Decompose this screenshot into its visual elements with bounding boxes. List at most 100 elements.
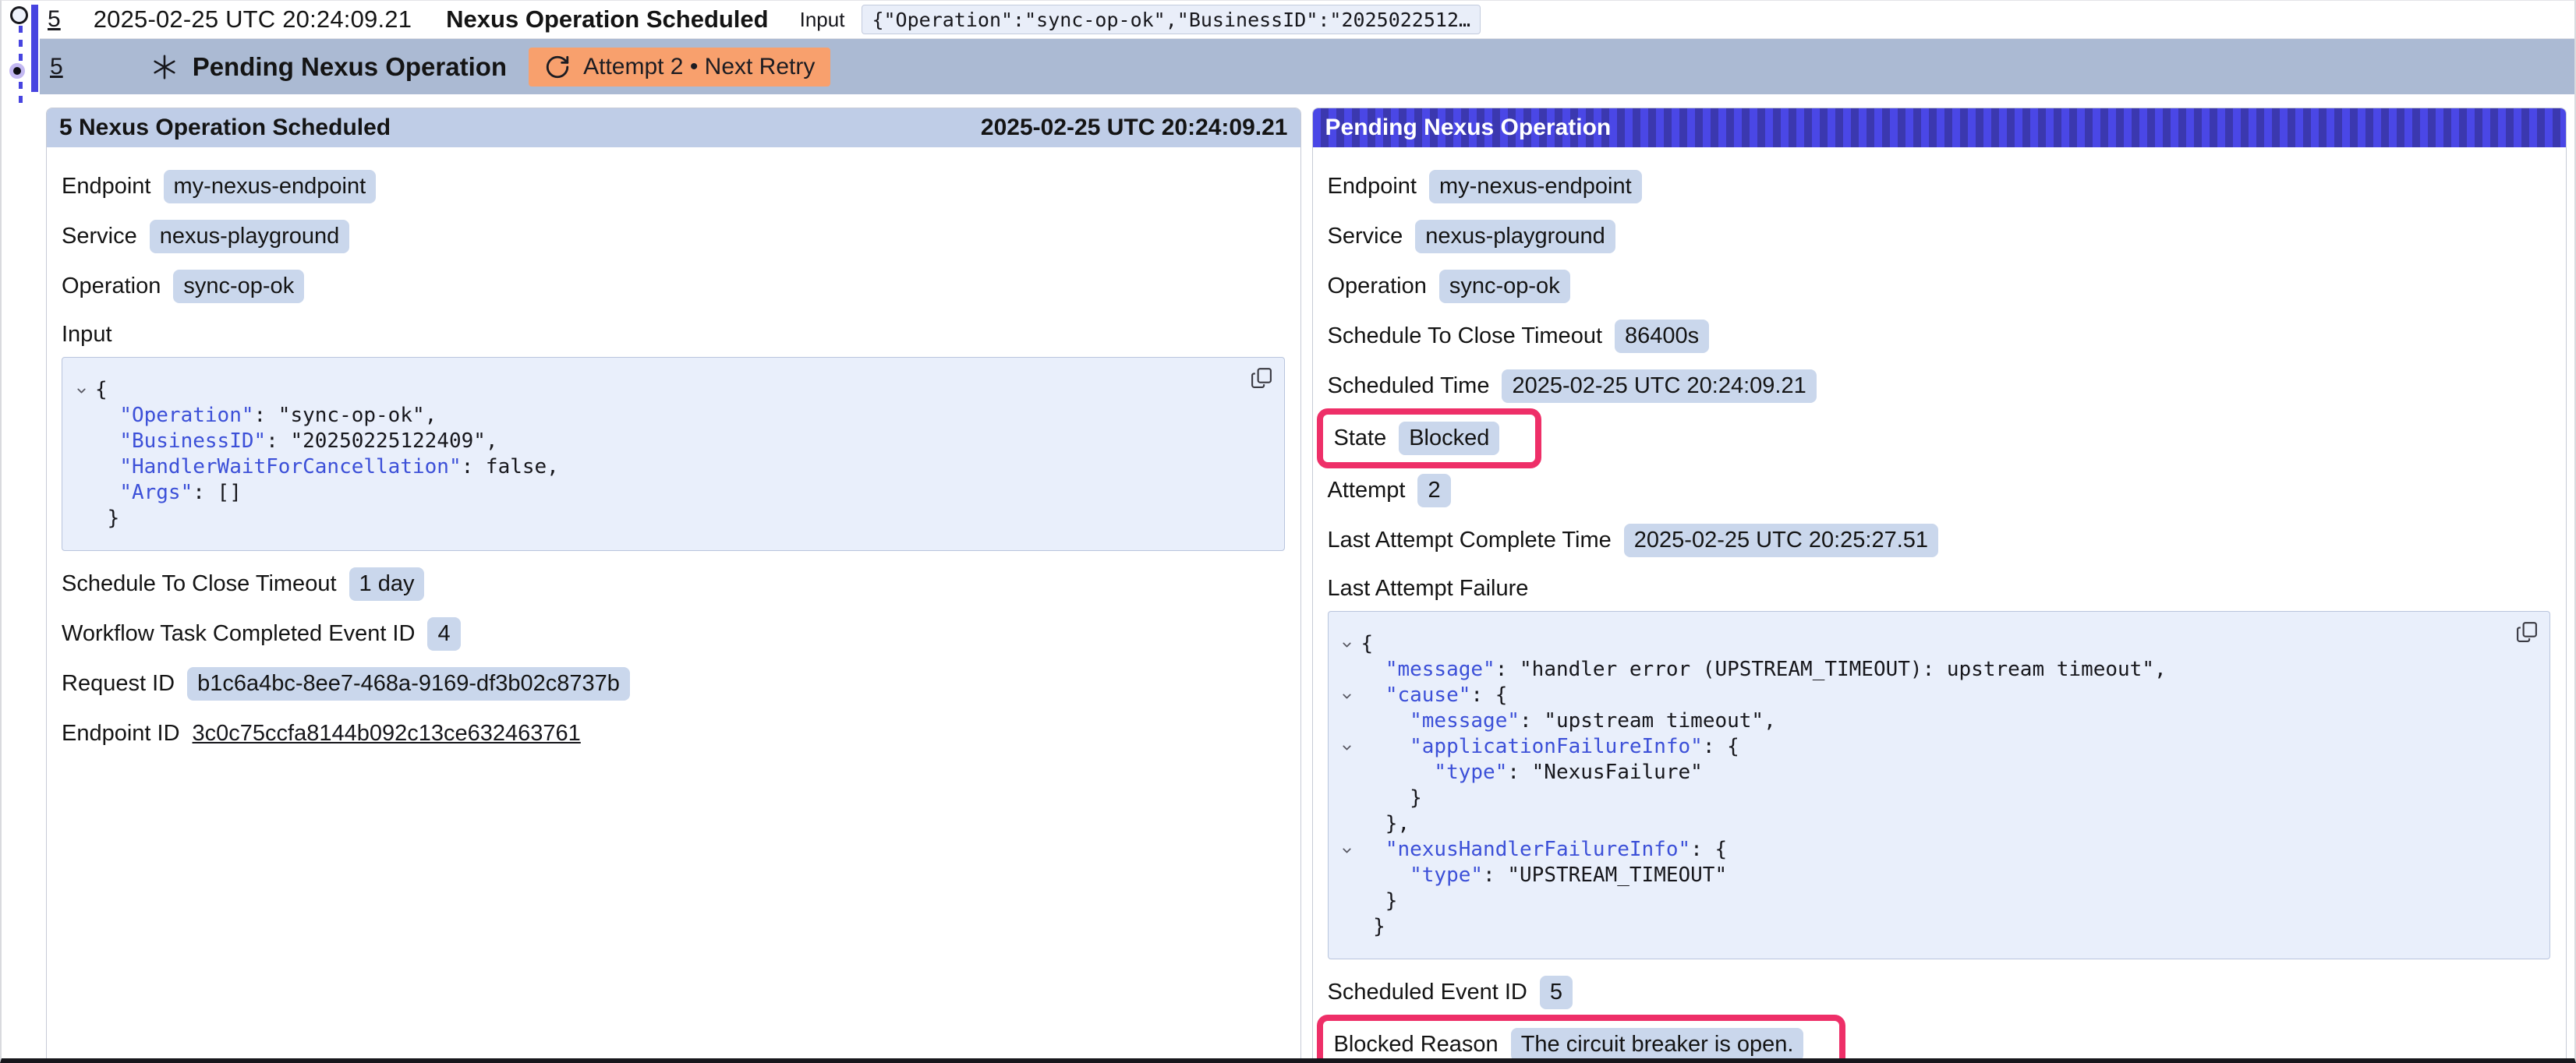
detail-label: Blocked Reason: [1334, 1032, 1499, 1058]
retry-badge-label: Attempt 2 • Next Retry: [583, 54, 815, 80]
detail-label: Attempt: [1328, 478, 1406, 503]
code-line: "Args": []: [67, 480, 1237, 506]
scheduled-event-panel: 5 Nexus Operation Scheduled 2025-02-25 U…: [46, 108, 1301, 1063]
detail-value-chip: my-nexus-endpoint: [164, 170, 377, 203]
retry-attempt-badge[interactable]: Attempt 2 • Next Retry: [529, 48, 830, 87]
panel-title: Pending Nexus Operation: [1325, 115, 1612, 141]
detail-value-chip: nexus-playground: [150, 220, 350, 253]
code-line: }: [1333, 786, 2503, 811]
detail-row-service: Service nexus-playground: [1328, 220, 2551, 253]
detail-label: Schedule To Close Timeout: [62, 571, 337, 597]
copy-icon[interactable]: [1250, 366, 1273, 390]
collapse-chevron-icon[interactable]: [1333, 837, 1361, 863]
collapse-chevron-icon: [1333, 888, 1361, 914]
detail-value-chip: 5: [1540, 976, 1573, 1009]
blocked-reason-annotation-highlight: Blocked Reason The circuit breaker is op…: [1317, 1015, 1846, 1063]
state-annotation-highlight: State Blocked: [1317, 408, 1542, 468]
detail-row-endpoint: Endpoint my-nexus-endpoint: [62, 170, 1285, 203]
collapse-chevron-icon: [67, 480, 95, 506]
failure-json-viewer: { "message": "handler error (UPSTREAM_TI…: [1328, 611, 2551, 959]
code-line: "BusinessID": "20250225122409",: [67, 429, 1237, 454]
detail-row-endpoint: Endpoint my-nexus-endpoint: [1328, 170, 2551, 203]
detail-label: Endpoint ID: [62, 721, 180, 747]
collapse-chevron-icon[interactable]: [67, 377, 95, 403]
code-line: "message": "handler error (UPSTREAM_TIME…: [1333, 657, 2503, 683]
collapse-chevron-icon[interactable]: [1333, 683, 1361, 708]
event-title: Nexus Operation Scheduled: [446, 5, 768, 34]
detail-label: Service: [62, 224, 137, 249]
pending-panel-body: Endpoint my-nexus-endpoint Service nexus…: [1313, 147, 2567, 1063]
detail-row-attempt: Attempt 2: [1328, 474, 2551, 507]
detail-value-chip: my-nexus-endpoint: [1429, 170, 1642, 203]
history-row-nexus-scheduled[interactable]: 5 2025-02-25 UTC 20:24:09.21 Nexus Opera…: [40, 1, 2574, 39]
code-line: }: [1333, 914, 2503, 940]
code-line: "HandlerWaitForCancellation": false,: [67, 454, 1237, 480]
collapse-chevron-icon: [67, 429, 95, 454]
detail-row-operation: Operation sync-op-ok: [62, 270, 1285, 303]
endpoint-id-link[interactable]: 3c0c75ccfa8144b092c13ce632463761: [193, 721, 581, 747]
code-line: "nexusHandlerFailureInfo": {: [1333, 837, 2503, 863]
json-code-lines: { "Operation": "sync-op-ok", "BusinessID…: [67, 377, 1237, 532]
scheduled-panel-header: 5 Nexus Operation Scheduled 2025-02-25 U…: [47, 108, 1300, 147]
collapse-chevron-icon: [67, 454, 95, 480]
detail-label: Workflow Task Completed Event ID: [62, 621, 415, 647]
detail-row-last-attempt-complete-time: Last Attempt Complete Time 2025-02-25 UT…: [1328, 524, 2551, 557]
detail-row-service: Service nexus-playground: [62, 220, 1285, 253]
detail-label: Endpoint: [62, 174, 151, 200]
timeline-duration-bar: [31, 5, 38, 92]
detail-value-chip: 1 day: [349, 567, 425, 601]
detail-label: State: [1334, 426, 1387, 451]
pending-panel-header: Pending Nexus Operation: [1313, 108, 2567, 147]
collapse-chevron-icon: [1333, 708, 1361, 734]
event-history-list: 5 2025-02-25 UTC 20:24:09.21 Nexus Opera…: [40, 1, 2574, 94]
detail-label: Endpoint: [1328, 174, 1417, 200]
detail-value-chip: 2025-02-25 UTC 20:24:09.21: [1502, 369, 1816, 403]
code-line: },: [1333, 811, 2503, 837]
detail-row-operation: Operation sync-op-ok: [1328, 270, 2551, 303]
detail-value-chip: 2025-02-25 UTC 20:25:27.51: [1624, 524, 1938, 557]
workflow-history-page: 5 2025-02-25 UTC 20:24:09.21 Nexus Opera…: [0, 0, 2576, 1063]
input-preview-chip[interactable]: {"Operation":"sync-op-ok","BusinessID":"…: [862, 5, 1481, 34]
event-id-link[interactable]: 5: [50, 54, 63, 80]
collapse-chevron-icon: [67, 506, 95, 532]
panel-title: 5 Nexus Operation Scheduled: [59, 115, 391, 141]
pending-asterisk-icon: [150, 53, 179, 81]
code-line: "Operation": "sync-op-ok",: [67, 403, 1237, 429]
detail-row-scheduled-event-id: Scheduled Event ID 5: [1328, 976, 2551, 1009]
detail-row-schedule-to-close-timeout: Schedule To Close Timeout 86400s: [1328, 320, 2551, 353]
detail-label: Service: [1328, 224, 1403, 249]
collapse-chevron-icon: [1333, 811, 1361, 837]
collapse-chevron-icon: [1333, 914, 1361, 940]
event-id-link[interactable]: 5: [48, 6, 61, 33]
detail-label: Last Attempt Complete Time: [1328, 528, 1612, 553]
code-line: "cause": {: [1333, 683, 2503, 708]
code-line: "type": "NexusFailure": [1333, 760, 2503, 786]
code-line: {: [67, 377, 1237, 403]
code-line: "message": "upstream timeout",: [1333, 708, 2503, 734]
detail-row-workflow-task-completed-event-id: Workflow Task Completed Event ID 4: [62, 617, 1285, 651]
collapse-chevron-icon: [67, 403, 95, 429]
detail-value-chip: sync-op-ok: [1439, 270, 1570, 303]
collapse-chevron-icon[interactable]: [1333, 734, 1361, 760]
detail-label: Operation: [1328, 274, 1427, 299]
code-line: {: [1333, 631, 2503, 657]
detail-row-request-id: Request ID b1c6a4bc-8ee7-468a-9169-df3b0…: [62, 667, 1285, 701]
collapse-chevron-icon: [1333, 863, 1361, 888]
detail-label: Scheduled Event ID: [1328, 980, 1527, 1005]
detail-value-chip: b1c6a4bc-8ee7-468a-9169-df3b02c8737b: [187, 667, 630, 701]
history-row-pending-nexus-operation[interactable]: 5 Pending Nexus Operation Attempt 2 • Ne…: [40, 39, 2574, 94]
detail-value-chip: nexus-playground: [1415, 220, 1615, 253]
input-label: Input: [800, 8, 845, 32]
scheduled-panel-body: Endpoint my-nexus-endpoint Service nexus…: [47, 147, 1300, 750]
blocked-reason-value-chip: The circuit breaker is open.: [1511, 1028, 1804, 1061]
event-timestamp: 2025-02-25 UTC 20:24:09.21: [94, 5, 412, 34]
state-value-chip: Blocked: [1399, 422, 1499, 455]
collapse-chevron-icon[interactable]: [1333, 631, 1361, 657]
pending-operation-panel: Pending Nexus Operation Endpoint my-nexu…: [1312, 108, 2567, 1063]
copy-icon[interactable]: [2515, 620, 2539, 645]
detail-label: Operation: [62, 274, 161, 299]
detail-value-chip: 4: [427, 617, 460, 651]
failure-section-label: Last Attempt Failure: [1328, 576, 2551, 602]
code-line: }: [1333, 888, 2503, 914]
detail-label: Scheduled Time: [1328, 373, 1490, 399]
